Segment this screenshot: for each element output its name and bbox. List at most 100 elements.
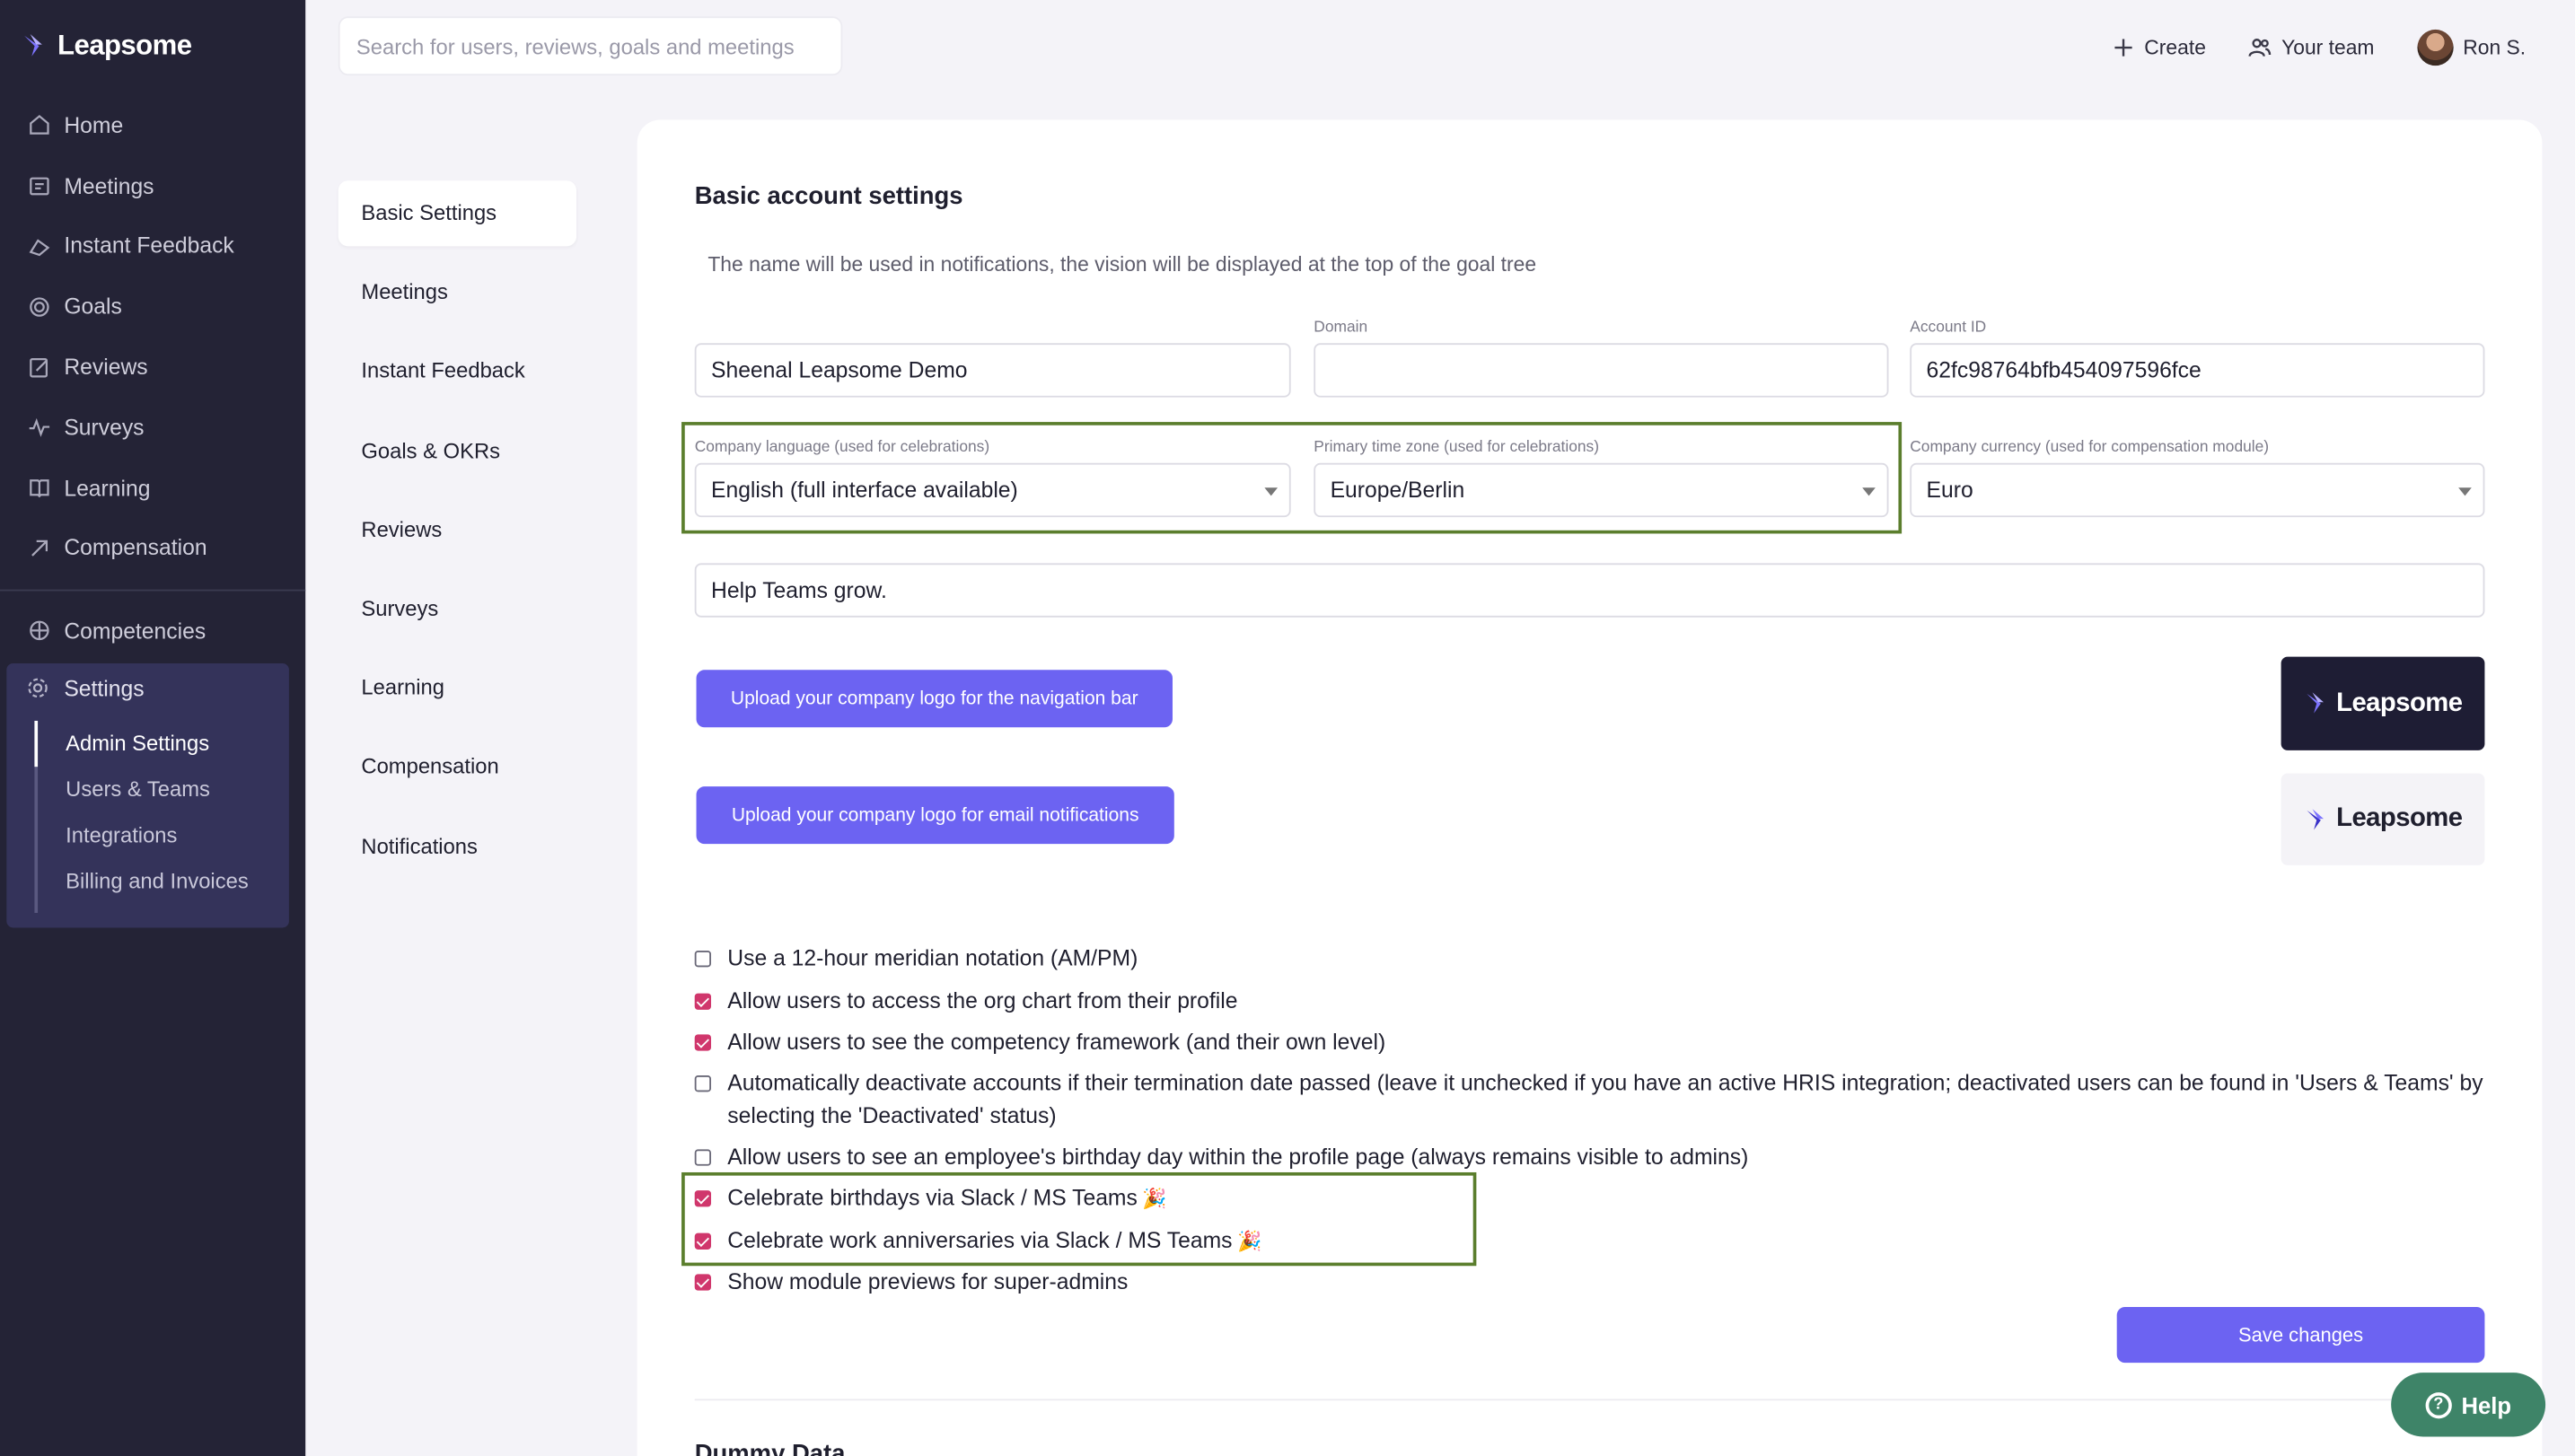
checkbox[interactable] bbox=[694, 1190, 712, 1207]
create-label: Create bbox=[2144, 36, 2206, 59]
settings-tab-compensation[interactable]: Compensation bbox=[338, 734, 576, 800]
nav-label: Compensation bbox=[64, 536, 207, 561]
checkbox[interactable] bbox=[694, 1149, 712, 1166]
secondary-nav: Competencies bbox=[0, 601, 305, 661]
dummy-data-heading: Dummy Data bbox=[694, 1440, 846, 1456]
question-icon: ? bbox=[2425, 1391, 2452, 1418]
checkbox[interactable] bbox=[694, 993, 712, 1010]
feedback-icon bbox=[26, 234, 50, 259]
brand-name: Leapsome bbox=[57, 29, 192, 61]
home-icon bbox=[26, 113, 50, 137]
checkbox-label: Show module previews for super-admins bbox=[727, 1268, 1129, 1294]
nav-label: Meetings bbox=[64, 173, 154, 198]
settings-tab-basic[interactable]: Basic Settings bbox=[338, 180, 577, 247]
checkbox-label: Use a 12-hour meridian notation (AM/PM) bbox=[727, 945, 1138, 970]
upload-nav-logo-button[interactable]: Upload your company logo for the navigat… bbox=[696, 670, 1173, 728]
caret-down-icon bbox=[2458, 487, 2472, 496]
checkbox-row-birthdays[interactable]: Celebrate birthdays via Slack / MS Teams… bbox=[694, 1182, 1167, 1215]
your-team-label: Your team bbox=[2281, 36, 2375, 59]
checkbox[interactable] bbox=[694, 1034, 712, 1051]
checkbox-row-competency[interactable]: Allow users to see the competency framew… bbox=[694, 1026, 1385, 1059]
checkbox-row-deactivate[interactable]: Automatically deactivate accounts if the… bbox=[694, 1067, 2485, 1133]
caret-down-icon bbox=[1862, 487, 1876, 496]
subnav-admin-settings[interactable]: Admin Settings bbox=[66, 723, 249, 768]
user-menu[interactable]: Ron S. bbox=[2417, 29, 2527, 66]
subnav-billing[interactable]: Billing and Invoices bbox=[66, 860, 249, 906]
vision-input[interactable]: Help Teams grow. bbox=[694, 563, 2485, 618]
nav-item-home[interactable]: Home bbox=[0, 95, 305, 155]
nav-label: Instant Feedback bbox=[64, 233, 234, 259]
checkbox[interactable] bbox=[694, 1232, 712, 1250]
team-icon bbox=[2248, 39, 2272, 57]
settings-tab-learning[interactable]: Learning bbox=[338, 655, 576, 721]
brand-logo[interactable]: Leapsome bbox=[22, 30, 192, 63]
language-select[interactable]: English (full interface available) bbox=[694, 462, 1291, 518]
help-button[interactable]: ? Help bbox=[2391, 1373, 2546, 1437]
checkbox[interactable] bbox=[694, 951, 712, 968]
nav-item-settings[interactable]: Settings bbox=[26, 676, 145, 702]
compensation-icon bbox=[26, 536, 50, 560]
email-logo-preview: Leapsome bbox=[2281, 773, 2485, 865]
logo-text: Leapsome bbox=[2336, 689, 2463, 717]
nav-divider bbox=[0, 589, 306, 592]
your-team-button[interactable]: Your team bbox=[2248, 36, 2374, 59]
checkbox-row-module-previews[interactable]: Show module previews for super-admins bbox=[694, 1266, 1129, 1299]
settings-tab-instant-feedback[interactable]: Instant Feedback bbox=[338, 338, 576, 404]
settings-tab-surveys[interactable]: Surveys bbox=[338, 576, 576, 642]
caret-down-icon bbox=[1264, 487, 1279, 496]
nav-item-goals[interactable]: Goals bbox=[0, 276, 305, 337]
reviews-icon bbox=[26, 355, 50, 379]
settings-tab-meetings[interactable]: Meetings bbox=[338, 259, 576, 325]
goals-icon bbox=[26, 294, 50, 319]
checkbox[interactable] bbox=[694, 1274, 712, 1291]
settings-tab-notifications[interactable]: Notifications bbox=[338, 813, 576, 879]
leapsome-logo-icon bbox=[24, 34, 42, 57]
checkbox-row-meridian[interactable]: Use a 12-hour meridian notation (AM/PM) bbox=[694, 943, 1138, 976]
global-search-input[interactable]: Search for users, reviews, goals and mee… bbox=[338, 16, 843, 76]
nav-item-competencies[interactable]: Competencies bbox=[0, 601, 305, 661]
timezone-value: Europe/Berlin bbox=[1330, 478, 1465, 503]
settings-tab-reviews[interactable]: Reviews bbox=[338, 497, 576, 563]
settings-tab-goals-okrs[interactable]: Goals & OKRs bbox=[338, 418, 576, 484]
nav-item-surveys[interactable]: Surveys bbox=[0, 398, 305, 458]
subnav-users-teams[interactable]: Users & Teams bbox=[66, 768, 249, 814]
save-changes-button[interactable]: Save changes bbox=[2116, 1306, 2485, 1364]
submenu-active-indicator bbox=[34, 720, 39, 767]
domain-input[interactable] bbox=[1314, 343, 1889, 398]
language-label: Company language (used for celebrations) bbox=[694, 438, 990, 457]
top-actions: Create Your team Ron S. bbox=[2112, 29, 2527, 66]
checkbox[interactable] bbox=[694, 1075, 712, 1092]
nav-item-instant-feedback[interactable]: Instant Feedback bbox=[0, 216, 305, 276]
leapsome-logo-icon bbox=[2306, 808, 2324, 829]
company-name-input[interactable]: Sheenal Leapsome Demo bbox=[694, 343, 1291, 398]
party-popper-icon: 🎉 bbox=[1142, 1187, 1167, 1211]
checkbox-label: Automatically deactivate accounts if the… bbox=[727, 1070, 2483, 1128]
timezone-select[interactable]: Europe/Berlin bbox=[1314, 462, 1889, 518]
learning-icon bbox=[26, 476, 50, 500]
checkbox-row-org-chart[interactable]: Allow users to access the org chart from… bbox=[694, 985, 1237, 1018]
nav-item-meetings[interactable]: Meetings bbox=[0, 155, 305, 215]
checkbox-row-anniversaries[interactable]: Celebrate work anniversaries via Slack /… bbox=[694, 1225, 1262, 1259]
card-title: Basic account settings bbox=[694, 182, 963, 211]
nav-label: Home bbox=[64, 113, 124, 138]
user-name: Ron S. bbox=[2463, 36, 2527, 59]
checkbox-label: Allow users to see an employee's birthda… bbox=[727, 1144, 1749, 1170]
checkbox-row-birthday-visible[interactable]: Allow users to see an employee's birthda… bbox=[694, 1141, 1749, 1174]
nav-item-reviews[interactable]: Reviews bbox=[0, 337, 305, 397]
language-value: English (full interface available) bbox=[711, 478, 1018, 503]
currency-value: Euro bbox=[1926, 478, 1973, 503]
party-popper-icon: 🎉 bbox=[1236, 1229, 1262, 1253]
section-divider bbox=[694, 1399, 2485, 1401]
avatar bbox=[2417, 29, 2454, 66]
sidebar: Leapsome Home Meetings Instant Feedback … bbox=[0, 0, 306, 1456]
create-button[interactable]: Create bbox=[2112, 36, 2206, 59]
nav-item-compensation[interactable]: Compensation bbox=[0, 518, 305, 578]
settings-label: Settings bbox=[64, 676, 145, 702]
settings-submenu: Admin Settings Users & Teams Integration… bbox=[66, 723, 249, 907]
gear-icon bbox=[26, 677, 50, 701]
upload-email-logo-button[interactable]: Upload your company logo for email notif… bbox=[696, 786, 1174, 845]
basic-settings-card: Basic account settings The name will be … bbox=[637, 119, 2543, 1456]
subnav-integrations[interactable]: Integrations bbox=[66, 814, 249, 860]
currency-select[interactable]: Euro bbox=[1910, 462, 2485, 518]
nav-item-learning[interactable]: Learning bbox=[0, 458, 305, 518]
